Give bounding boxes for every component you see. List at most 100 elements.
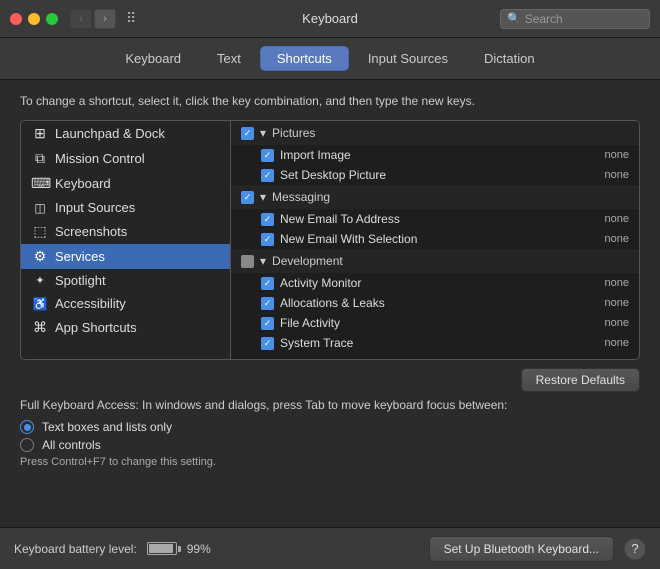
section-development[interactable]: Development: [231, 249, 639, 273]
section-label: Messaging: [272, 190, 330, 204]
file-activity-key: none: [605, 317, 629, 329]
shortcut-activity-monitor[interactable]: Activity Monitor none: [231, 273, 639, 293]
file-activity-label: File Activity: [280, 316, 599, 330]
development-checkbox[interactable]: [241, 255, 254, 268]
shortcut-file-activity[interactable]: File Activity none: [231, 313, 639, 333]
battery-percent: 99%: [187, 542, 211, 556]
bottom-bar: Keyboard battery level: 99% Set Up Bluet…: [0, 527, 660, 569]
restore-defaults-button[interactable]: Restore Defaults: [521, 368, 640, 392]
sidebar-item-label: Keyboard: [55, 176, 111, 191]
back-button[interactable]: ‹: [70, 9, 92, 29]
set-desktop-checkbox[interactable]: [261, 169, 274, 182]
pictures-checkbox[interactable]: [241, 127, 254, 140]
sidebar-item-label: Launchpad & Dock: [55, 126, 165, 141]
activity-monitor-checkbox[interactable]: [261, 277, 274, 290]
system-trace-label: System Trace: [280, 336, 599, 350]
shortcut-new-email-selection[interactable]: New Email With Selection none: [231, 229, 639, 249]
close-button[interactable]: [10, 13, 22, 25]
radio-text-boxes-label: Text boxes and lists only: [42, 420, 172, 434]
system-trace-key: none: [605, 337, 629, 349]
section-pictures[interactable]: Pictures: [231, 121, 639, 145]
sidebar-item-keyboard[interactable]: ⌨ Keyboard: [21, 171, 230, 196]
tab-shortcuts[interactable]: Shortcuts: [260, 46, 349, 71]
shortcut-allocations-leaks[interactable]: Allocations & Leaks none: [231, 293, 639, 313]
new-email-selection-checkbox[interactable]: [261, 233, 274, 246]
tab-input-sources[interactable]: Input Sources: [351, 46, 465, 71]
triangle-down-icon: [260, 190, 266, 204]
sidebar-item-mission-control[interactable]: ⧉ Mission Control: [21, 146, 230, 171]
allocations-checkbox[interactable]: [261, 297, 274, 310]
sidebar-item-launchpad[interactable]: ⊞ Launchpad & Dock: [21, 121, 230, 146]
tab-dictation[interactable]: Dictation: [467, 46, 552, 71]
accessibility-icon: ♿: [31, 297, 49, 311]
system-trace-checkbox[interactable]: [261, 337, 274, 350]
launchpad-icon: ⊞: [31, 125, 49, 142]
activity-monitor-label: Activity Monitor: [280, 276, 599, 290]
messaging-checkbox[interactable]: [241, 191, 254, 204]
new-email-selection-key: none: [605, 233, 629, 245]
radio-text-boxes-inner: [24, 424, 31, 431]
sidebar-item-accessibility[interactable]: ♿ Accessibility: [21, 292, 230, 315]
sidebar-item-app-shortcuts[interactable]: ⌘ App Shortcuts: [21, 315, 230, 340]
sidebar-item-label: Spotlight: [55, 273, 106, 288]
bottom-right: Set Up Bluetooth Keyboard... ?: [429, 536, 646, 562]
forward-button[interactable]: ›: [94, 9, 116, 29]
minimize-button[interactable]: [28, 13, 40, 25]
shortcut-new-email-to[interactable]: New Email To Address none: [231, 209, 639, 229]
sidebar-item-label: Input Sources: [55, 200, 135, 215]
import-image-checkbox[interactable]: [261, 149, 274, 162]
tab-text[interactable]: Text: [200, 46, 258, 71]
radio-all-controls-outer[interactable]: [20, 438, 34, 452]
shortcuts-pane: Pictures Import Image none Set Desktop P…: [231, 121, 639, 359]
radio-all-controls[interactable]: All controls: [20, 438, 640, 452]
set-desktop-key: none: [605, 169, 629, 181]
shortcut-import-image[interactable]: Import Image none: [231, 145, 639, 165]
shortcut-set-desktop[interactable]: Set Desktop Picture none: [231, 165, 639, 185]
keyboard-icon: ⌨: [31, 175, 49, 192]
sidebar-item-services[interactable]: ⚙ Services: [21, 244, 230, 269]
main-content: To change a shortcut, select it, click t…: [0, 80, 660, 484]
triangle-down-icon2: [260, 254, 266, 268]
screenshots-icon: ⬚: [31, 223, 49, 240]
traffic-lights: [10, 13, 58, 25]
radio-text-boxes-outer[interactable]: [20, 420, 34, 434]
allocations-key: none: [605, 297, 629, 309]
spotlight-icon: ✦: [31, 274, 49, 287]
search-input[interactable]: [525, 12, 643, 26]
input-sources-icon: ◫: [31, 201, 49, 215]
section-label: Development: [272, 254, 343, 268]
section-label: Pictures: [272, 126, 315, 140]
shortcut-pane-container: ⊞ Launchpad & Dock ⧉ Mission Control ⌨ K…: [20, 120, 640, 360]
services-icon: ⚙: [31, 248, 49, 265]
section-messaging[interactable]: Messaging: [231, 185, 639, 209]
file-activity-checkbox[interactable]: [261, 317, 274, 330]
tab-keyboard[interactable]: Keyboard: [108, 46, 198, 71]
sidebar-item-screenshots[interactable]: ⬚ Screenshots: [21, 219, 230, 244]
import-image-label: Import Image: [280, 148, 599, 162]
instruction-text: To change a shortcut, select it, click t…: [20, 94, 640, 108]
window-title: Keyboard: [302, 11, 358, 26]
triangle-icon: [260, 126, 266, 140]
help-button[interactable]: ?: [624, 538, 646, 560]
search-box: 🔍: [500, 9, 650, 29]
radio-all-controls-label: All controls: [42, 438, 101, 452]
sidebar-item-spotlight[interactable]: ✦ Spotlight: [21, 269, 230, 292]
app-shortcuts-icon: ⌘: [31, 319, 49, 336]
radio-text-boxes[interactable]: Text boxes and lists only: [20, 420, 640, 434]
import-image-key: none: [605, 149, 629, 161]
sidebar-item-label: Services: [55, 249, 105, 264]
new-email-to-key: none: [605, 213, 629, 225]
sidebar-item-label: Screenshots: [55, 224, 127, 239]
sidebar-list: ⊞ Launchpad & Dock ⧉ Mission Control ⌨ K…: [21, 121, 231, 359]
sidebar-item-label: App Shortcuts: [55, 320, 137, 335]
battery-label: Keyboard battery level:: [14, 542, 137, 556]
shortcut-system-trace[interactable]: System Trace none: [231, 333, 639, 353]
fka-title: Full Keyboard Access: In windows and dia…: [20, 398, 640, 412]
titlebar: ‹ › ⠿ Keyboard 🔍: [0, 0, 660, 38]
maximize-button[interactable]: [46, 13, 58, 25]
sidebar-item-input-sources[interactable]: ◫ Input Sources: [21, 196, 230, 219]
new-email-to-checkbox[interactable]: [261, 213, 274, 226]
grid-icon[interactable]: ⠿: [126, 10, 136, 27]
sidebar-item-label: Accessibility: [55, 296, 126, 311]
setup-bluetooth-button[interactable]: Set Up Bluetooth Keyboard...: [429, 536, 614, 562]
